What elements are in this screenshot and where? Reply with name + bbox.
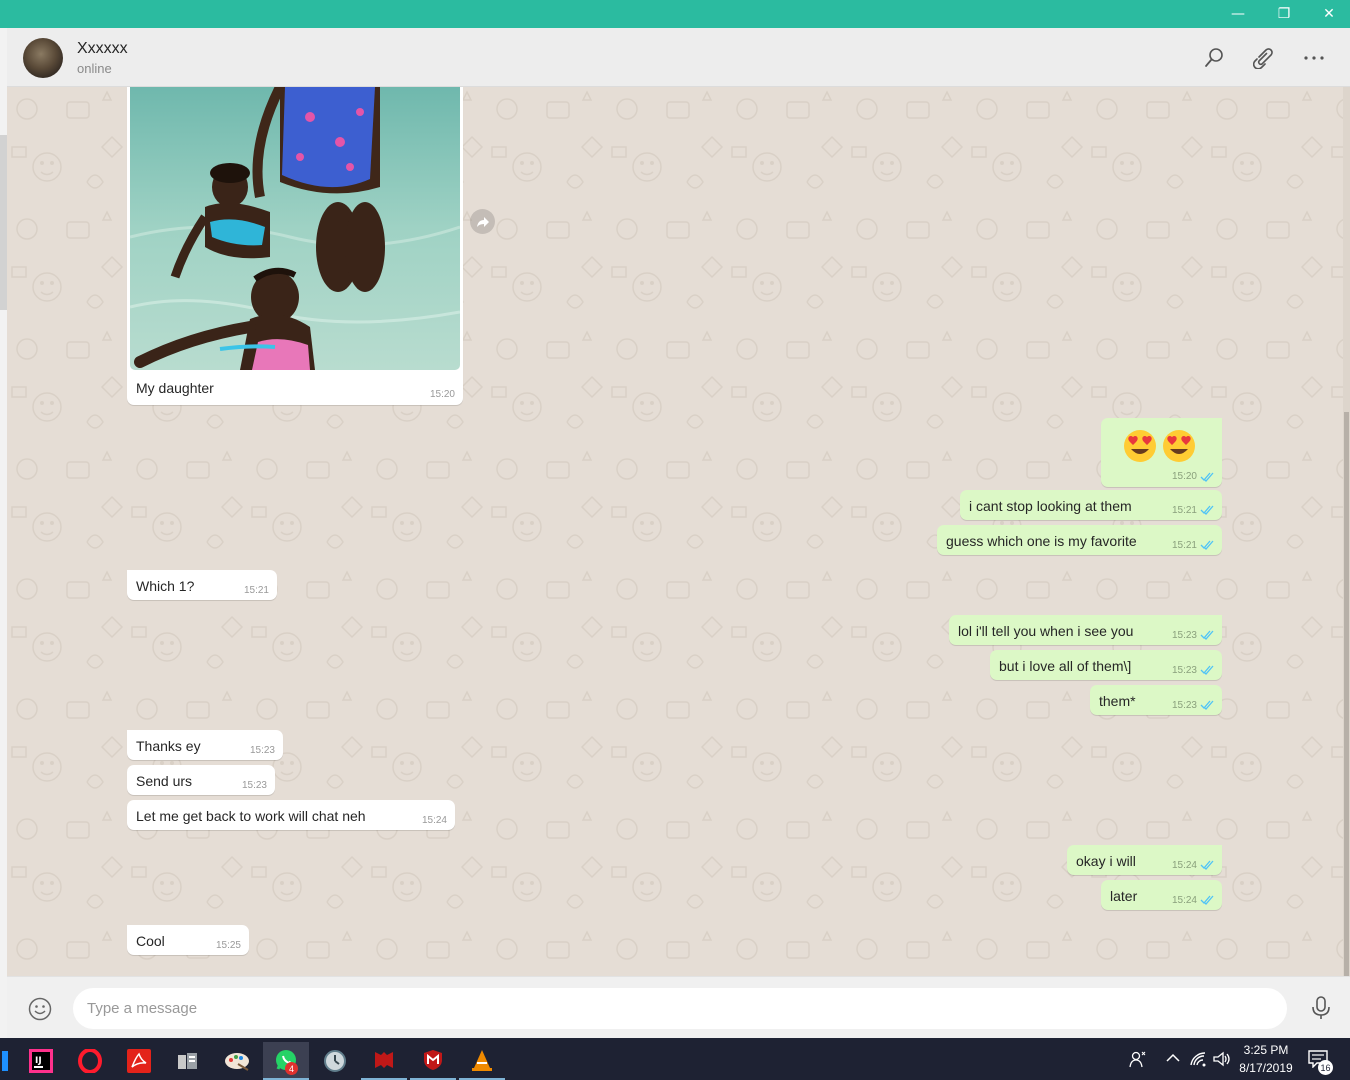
whatsapp-icon[interactable]: 4 <box>263 1042 309 1080</box>
read-tick-icon <box>1200 630 1214 640</box>
minimize-button[interactable]: — <box>1215 0 1261 28</box>
search-icon[interactable] <box>1199 43 1229 73</box>
image-message[interactable]: My daughter 15:20 <box>127 87 463 405</box>
message-time: 15:24 <box>1171 860 1197 871</box>
message-text: them* <box>1099 693 1136 709</box>
whatsapp-badge: 4 <box>285 1062 298 1075</box>
message-text: i cant stop looking at them <box>969 498 1132 514</box>
image-caption: My daughter <box>136 380 214 396</box>
more-icon[interactable] <box>1299 43 1329 73</box>
acrobat-icon[interactable] <box>116 1042 162 1080</box>
message-text: Let me get back to work will chat neh <box>136 808 366 824</box>
window-titlebar: — ❐ ✕ <box>0 0 1350 28</box>
message-time: 15:23 <box>1171 700 1197 711</box>
opera-icon[interactable] <box>67 1042 113 1080</box>
message-time: 15:20 <box>429 389 455 400</box>
mcafee-shield-icon[interactable] <box>410 1042 456 1080</box>
emoji-message[interactable]: 15:20 <box>1101 418 1222 487</box>
read-tick-icon <box>1200 665 1214 675</box>
left-panel-scrollbar[interactable] <box>0 135 7 310</box>
chat-header: Xxxxxx online <box>7 28 1350 87</box>
read-tick-icon <box>1200 472 1214 482</box>
message-time: 15:21 <box>1171 540 1197 551</box>
message-text: Which 1? <box>136 578 195 594</box>
taskbar-time[interactable]: 3:25 PM <box>1236 1043 1296 1057</box>
message-time: 15:23 <box>241 780 267 791</box>
chevron-up-icon[interactable] <box>1166 1053 1180 1063</box>
incoming-message[interactable]: Which 1? 15:21 <box>127 570 277 600</box>
chat-scrollbar-thumb[interactable] <box>1344 412 1349 976</box>
outgoing-message[interactable]: lol i'll tell you when i see you 15:23 <box>949 615 1222 645</box>
clock-app-icon[interactable] <box>312 1042 358 1080</box>
read-tick-icon <box>1200 540 1214 550</box>
message-composer <box>7 976 1350 1038</box>
read-tick-icon <box>1200 700 1214 710</box>
photo-thumbnail[interactable] <box>130 87 460 370</box>
read-tick-icon <box>1200 895 1214 905</box>
outgoing-message[interactable]: guess which one is my favorite 15:21 <box>937 525 1222 555</box>
avatar[interactable] <box>23 38 63 78</box>
message-time: 15:21 <box>243 585 269 596</box>
message-time: 15:23 <box>1171 630 1197 641</box>
message-input[interactable] <box>73 988 1287 1029</box>
outgoing-message[interactable]: but i love all of them\] 15:23 <box>990 650 1222 680</box>
message-text: okay i will <box>1076 853 1136 869</box>
read-tick-icon <box>1200 860 1214 870</box>
message-time: 15:23 <box>1171 665 1197 676</box>
message-text: Send urs <box>136 773 193 789</box>
outgoing-message[interactable]: okay i will 15:24 <box>1067 845 1222 875</box>
message-time: 15:24 <box>421 815 447 826</box>
contact-status: online <box>77 61 112 76</box>
intellij-icon[interactable]: IJ <box>18 1042 64 1080</box>
message-time: 15:24 <box>1171 895 1197 906</box>
forward-icon[interactable] <box>470 209 495 234</box>
mcafee-icon[interactable] <box>361 1042 407 1080</box>
file-manager-icon[interactable] <box>165 1042 211 1080</box>
emoji-icon[interactable] <box>28 997 52 1021</box>
message-text: later <box>1110 888 1138 904</box>
wifi-icon[interactable] <box>1189 1050 1207 1068</box>
notification-badge: 16 <box>1318 1060 1333 1075</box>
heart-eyes-emoji <box>1124 430 1156 462</box>
taskbar-date[interactable]: 8/17/2019 <box>1232 1061 1300 1075</box>
incoming-message[interactable]: Send urs 15:23 <box>127 765 275 795</box>
outgoing-message[interactable]: them* 15:23 <box>1090 685 1222 715</box>
outgoing-message[interactable]: later 15:24 <box>1101 880 1222 910</box>
read-tick-icon <box>1200 505 1214 515</box>
vlc-icon[interactable] <box>459 1042 505 1080</box>
message-text: Cool <box>136 933 165 949</box>
incoming-message[interactable]: Thanks ey 15:23 <box>127 730 283 760</box>
message-time: 15:20 <box>1171 471 1197 482</box>
svg-text:IJ: IJ <box>35 1056 42 1066</box>
message-time: 15:23 <box>249 745 275 756</box>
attach-icon[interactable] <box>1249 43 1279 73</box>
taskbar: IJ 4 3:25 PM 8/17/2019 16 <box>0 1038 1350 1080</box>
chat-area[interactable]: My daughter 15:20 15:20 i cant stop look… <box>7 87 1350 976</box>
contact-name[interactable]: Xxxxxx <box>77 40 128 58</box>
close-button[interactable]: ✕ <box>1306 0 1350 28</box>
maximize-button[interactable]: ❐ <box>1261 0 1307 28</box>
incoming-message[interactable]: Let me get back to work will chat neh 15… <box>127 800 455 830</box>
volume-icon[interactable] <box>1212 1050 1230 1068</box>
paint-icon[interactable] <box>214 1042 260 1080</box>
message-text: lol i'll tell you when i see you <box>958 623 1134 639</box>
microphone-icon[interactable] <box>1309 995 1333 1021</box>
heart-eyes-emoji <box>1163 430 1195 462</box>
start-icon[interactable] <box>0 1042 10 1080</box>
message-text: but i love all of them\] <box>999 658 1132 674</box>
message-time: 15:21 <box>1171 505 1197 516</box>
message-text: guess which one is my favorite <box>946 533 1137 549</box>
incoming-message[interactable]: Cool 15:25 <box>127 925 249 955</box>
outgoing-message[interactable]: i cant stop looking at them 15:21 <box>960 490 1222 520</box>
message-text: Thanks ey <box>136 738 201 754</box>
people-icon[interactable] <box>1128 1050 1146 1068</box>
message-time: 15:25 <box>215 940 241 951</box>
